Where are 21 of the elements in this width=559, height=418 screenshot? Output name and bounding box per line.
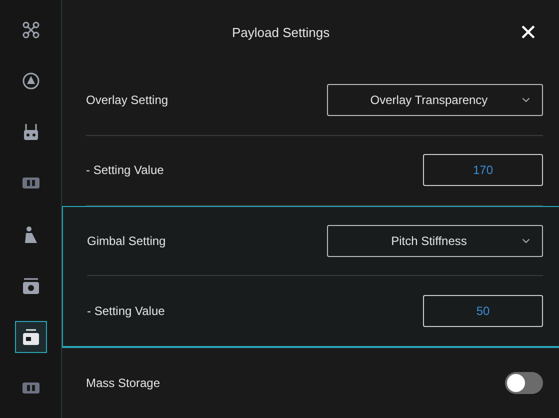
person-icon — [22, 226, 38, 244]
drone-icon — [22, 21, 40, 39]
setting-label: - Setting Value — [86, 162, 165, 180]
payload-icon — [22, 328, 40, 346]
camera-icon — [22, 276, 40, 295]
panel-title: Payload Settings — [232, 24, 330, 42]
hd-icon — [22, 177, 40, 190]
compass-icon — [22, 72, 40, 90]
hd-icon — [22, 382, 40, 394]
dropdown[interactable]: Overlay Transparency — [327, 84, 543, 116]
setting-label: Overlay Setting — [86, 92, 170, 110]
dropdown[interactable]: Pitch Stiffness — [327, 224, 543, 257]
sidebar-item[interactable] — [14, 320, 46, 353]
setting-label: Mass Storage — [86, 375, 162, 392]
setting-label: Gimbal Setting — [87, 232, 167, 250]
toggle-switch[interactable] — [505, 372, 543, 394]
close-button[interactable]: ✕ — [519, 22, 537, 44]
controller-icon — [22, 123, 40, 142]
value-input[interactable]: 170 — [423, 154, 543, 186]
setting-label: - Setting Value — [87, 303, 166, 320]
value-input[interactable]: 50 — [423, 295, 543, 328]
